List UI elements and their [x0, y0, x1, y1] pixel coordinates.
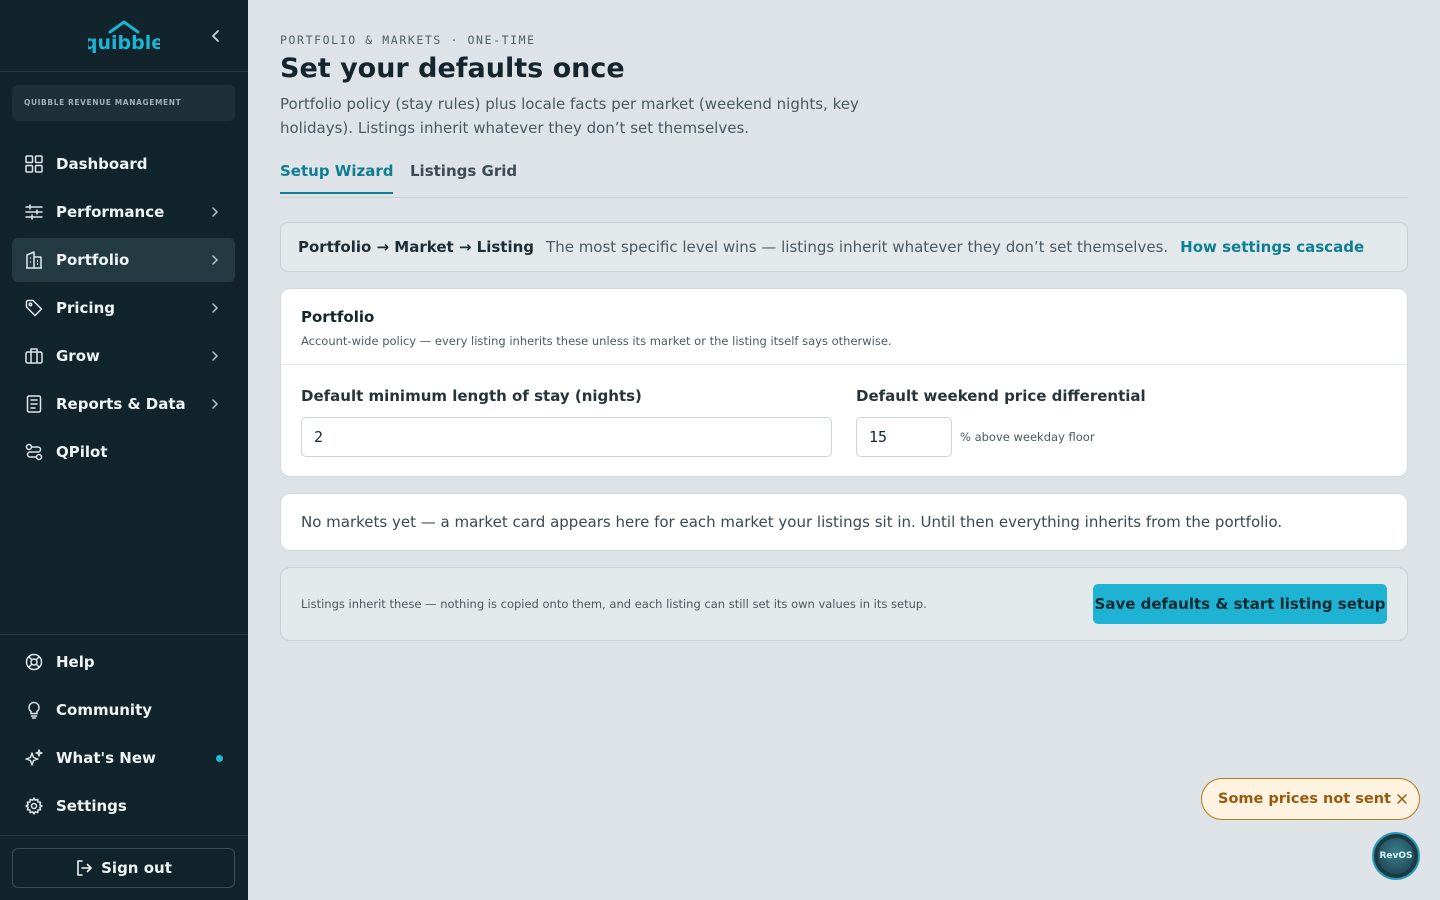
quibble-logo[interactable]: quibble — [88, 20, 160, 54]
nav-label: Reports & Data — [56, 395, 186, 413]
collapse-sidebar-icon[interactable] — [206, 26, 226, 46]
revos-assistant-button[interactable]: RevOS — [1372, 832, 1420, 880]
nav-label: Help — [56, 653, 95, 671]
nav-label: Community — [56, 701, 153, 719]
portfolio-card-title: Portfolio — [301, 308, 375, 326]
sidebar-divider — [0, 835, 248, 836]
main-nav: Dashboard Performance Portfolio Pricing — [12, 142, 235, 478]
page-title: Set your defaults once — [280, 53, 625, 84]
sparkles-icon — [24, 748, 44, 768]
logout-icon — [77, 860, 92, 876]
prices-not-sent-toast[interactable]: Some prices not sent — [1201, 778, 1420, 820]
portfolio-card: Portfolio Account-wide policy — every li… — [280, 288, 1408, 477]
nav-item-help[interactable]: Help — [12, 640, 235, 684]
footer-note: Listings inherit these — nothing is copi… — [301, 597, 927, 611]
weekend-differential-input[interactable]: 15 — [856, 417, 952, 457]
sign-out-label: Sign out — [101, 859, 172, 877]
nav-label: QPilot — [56, 443, 108, 461]
portfolio-card-header: Portfolio Account-wide policy — every li… — [281, 289, 1407, 365]
tag-icon — [24, 298, 44, 318]
report-icon — [24, 394, 44, 414]
nav-item-settings[interactable]: Settings — [12, 784, 235, 828]
briefcase-icon — [24, 346, 44, 366]
chevron-right-icon — [212, 351, 219, 361]
cascade-banner: Portfolio → Market → Listing The most sp… — [280, 222, 1408, 272]
nav-item-pricing[interactable]: Pricing — [12, 286, 235, 330]
nav-item-community[interactable]: Community — [12, 688, 235, 732]
chevron-right-icon — [212, 303, 219, 313]
logo-row: quibble — [0, 0, 248, 72]
secondary-nav: Help Community What's New Settings — [12, 640, 235, 832]
how-settings-cascade-link[interactable]: How settings cascade — [1180, 238, 1364, 256]
tab-setup-wizard[interactable]: Setup Wizard — [280, 162, 394, 194]
nav-label: Performance — [56, 203, 165, 221]
toast-text: Some prices not sent — [1218, 791, 1391, 807]
tab-listings-grid[interactable]: Listings Grid — [410, 162, 517, 180]
nav-label: What's New — [56, 749, 156, 767]
save-defaults-button[interactable]: Save defaults & start listing setup — [1093, 584, 1387, 624]
nav-label: Grow — [56, 347, 100, 365]
chevron-right-icon — [212, 255, 219, 265]
notification-dot — [216, 755, 223, 762]
nav-item-dashboard[interactable]: Dashboard — [12, 142, 235, 186]
cascade-path: Portfolio → Market → Listing — [298, 238, 535, 256]
min-stay-input[interactable]: 2 — [301, 417, 832, 457]
chevron-right-icon — [212, 207, 219, 217]
nav-label: Dashboard — [56, 155, 148, 173]
building-icon — [24, 250, 44, 270]
sidebar: quibble QUIBBLE REVENUE MANAGEMENT Dashb… — [0, 0, 248, 900]
nav-item-reports-data[interactable]: Reports & Data — [12, 382, 235, 426]
nav-label: Settings — [56, 797, 127, 815]
nav-item-grow[interactable]: Grow — [12, 334, 235, 378]
nav-item-qpilot[interactable]: QPilot — [12, 430, 235, 474]
lightbulb-icon — [24, 700, 44, 720]
nav-label: Portfolio — [56, 251, 130, 269]
gear-icon — [24, 796, 44, 816]
save-footer: Listings inherit these — nothing is copi… — [280, 567, 1408, 641]
cascade-description: The most specific level wins — listings … — [546, 238, 1169, 256]
lifebuoy-icon — [24, 652, 44, 672]
weekend-differential-label: Default weekend price differential — [856, 387, 1146, 405]
page-subtitle: Portfolio policy (stay rules) plus local… — [280, 95, 859, 137]
nav-label: Pricing — [56, 299, 115, 317]
min-stay-label: Default minimum length of stay (nights) — [301, 387, 642, 405]
sidebar-divider — [0, 634, 248, 635]
revos-icon: RevOS — [1378, 838, 1414, 874]
brand-label: QUIBBLE REVENUE MANAGEMENT — [12, 85, 235, 121]
nav-item-portfolio[interactable]: Portfolio — [12, 238, 235, 282]
portfolio-card-subtitle: Account-wide policy — every listing inhe… — [301, 334, 892, 348]
close-icon[interactable] — [1395, 792, 1409, 806]
sign-out-button[interactable]: Sign out — [12, 848, 235, 888]
nav-item-whats-new[interactable]: What's New — [12, 736, 235, 780]
route-icon — [24, 442, 44, 462]
nav-item-performance[interactable]: Performance — [12, 190, 235, 234]
grid-icon — [24, 154, 44, 174]
page-eyebrow: PORTFOLIO & MARKETS · ONE-TIME — [280, 33, 536, 47]
chevron-right-icon — [212, 399, 219, 409]
logo-text: quibble — [88, 32, 160, 54]
sliders-icon — [24, 202, 44, 222]
weekend-differential-suffix: % above weekday floor — [960, 430, 1095, 444]
markets-empty-state: No markets yet — a market card appears h… — [280, 493, 1408, 551]
tab-bar: Setup Wizard Listings Grid — [280, 156, 1408, 198]
